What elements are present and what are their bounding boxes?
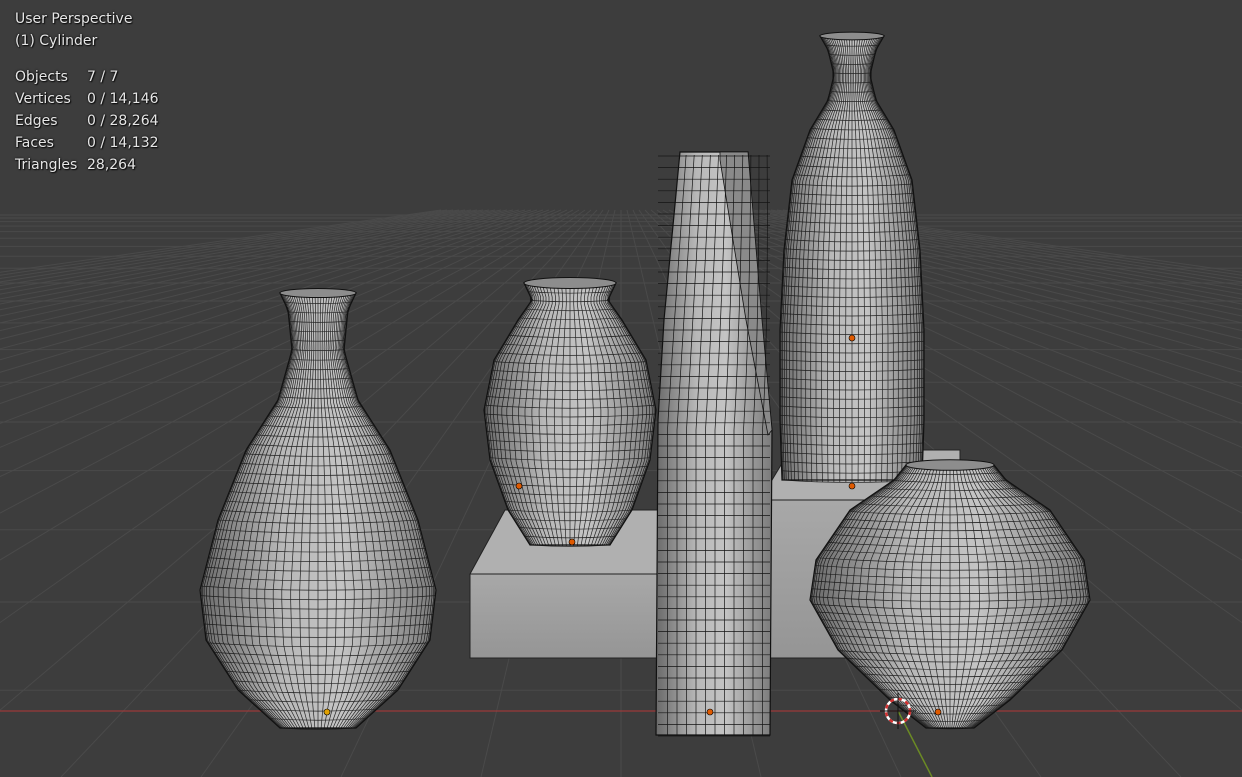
stat-value: 0 / 28,264 <box>87 113 159 129</box>
stat-label: Edges <box>15 113 58 129</box>
stat-value: 28,264 <box>87 157 136 173</box>
stat-label: Triangles <box>15 157 78 173</box>
stat-label: Faces <box>15 135 54 151</box>
viewport-info-overlay: User Perspective (1) Cylinder Objects 7 /… <box>15 8 159 176</box>
stat-label: Objects <box>15 69 68 85</box>
stat-label: Vertices <box>15 91 71 107</box>
view-name: User Perspective <box>15 11 133 27</box>
3d-viewport[interactable] <box>0 0 1242 777</box>
stat-objects: Objects 7 / 7 <box>15 66 159 88</box>
stat-value: 0 / 14,132 <box>87 135 159 151</box>
active-object-name: (1) Cylinder <box>15 33 98 49</box>
stat-vertices: Vertices 0 / 14,146 <box>15 88 159 110</box>
tall-bottle-vase[interactable] <box>779 31 925 483</box>
stat-faces: Faces 0 / 14,132 <box>15 132 159 154</box>
egg-vase[interactable] <box>483 276 657 547</box>
twisted-square-vase[interactable] <box>655 151 773 737</box>
stat-value: 0 / 14,146 <box>87 91 159 107</box>
stat-edges: Edges 0 / 28,264 <box>15 110 159 132</box>
stat-value: 7 / 7 <box>87 69 119 85</box>
stat-triangles: Triangles 28,264 <box>15 154 159 176</box>
teardrop-vase[interactable] <box>199 287 437 730</box>
